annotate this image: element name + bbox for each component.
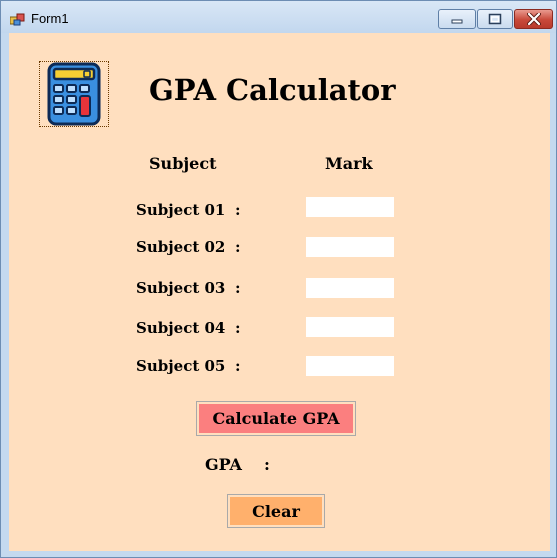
subject-03-colon: : (235, 279, 241, 297)
app-icon (10, 13, 25, 26)
window-title: Form1 (31, 11, 69, 26)
subject-01-mark-input[interactable] (306, 197, 394, 217)
maximize-button[interactable] (477, 9, 513, 29)
minimize-button[interactable] (438, 9, 476, 29)
gpa-label: GPA (205, 455, 242, 474)
subject-02-colon: : (235, 238, 241, 256)
title-bar[interactable]: Form1 (1, 1, 556, 33)
minimize-icon (451, 19, 463, 24)
close-button[interactable] (514, 9, 553, 29)
subject-05-label: Subject 05 (136, 357, 226, 375)
calculate-gpa-button[interactable]: Calculate GPA (196, 401, 356, 436)
clear-button[interactable]: Clear (227, 494, 325, 528)
calculator-logo (39, 61, 109, 127)
clear-label: Clear (230, 497, 322, 525)
close-icon (526, 13, 541, 25)
subject-02-mark-input[interactable] (306, 237, 394, 257)
gpa-colon: : (264, 455, 270, 474)
subject-03-mark-input[interactable] (306, 278, 394, 298)
subject-02-label: Subject 02 (136, 238, 226, 256)
maximize-icon (488, 13, 502, 25)
mark-column-header: Mark (325, 154, 373, 173)
subject-05-mark-input[interactable] (306, 356, 394, 376)
subject-column-header: Subject (149, 154, 217, 173)
subject-01-colon: : (235, 201, 241, 219)
calculate-gpa-label: Calculate GPA (199, 404, 353, 433)
main-window: Form1 GPA Calculator Subject Mark Subjec… (0, 0, 557, 558)
subject-03-label: Subject 03 (136, 279, 226, 297)
calculator-icon (47, 62, 101, 126)
subject-04-colon: : (235, 319, 241, 337)
subject-01-label: Subject 01 (136, 201, 226, 219)
form-client-area: GPA Calculator Subject Mark Subject 01 :… (9, 33, 550, 551)
subject-04-label: Subject 04 (136, 319, 226, 337)
subject-04-mark-input[interactable] (306, 317, 394, 337)
page-title: GPA Calculator (149, 73, 396, 107)
subject-05-colon: : (235, 357, 241, 375)
